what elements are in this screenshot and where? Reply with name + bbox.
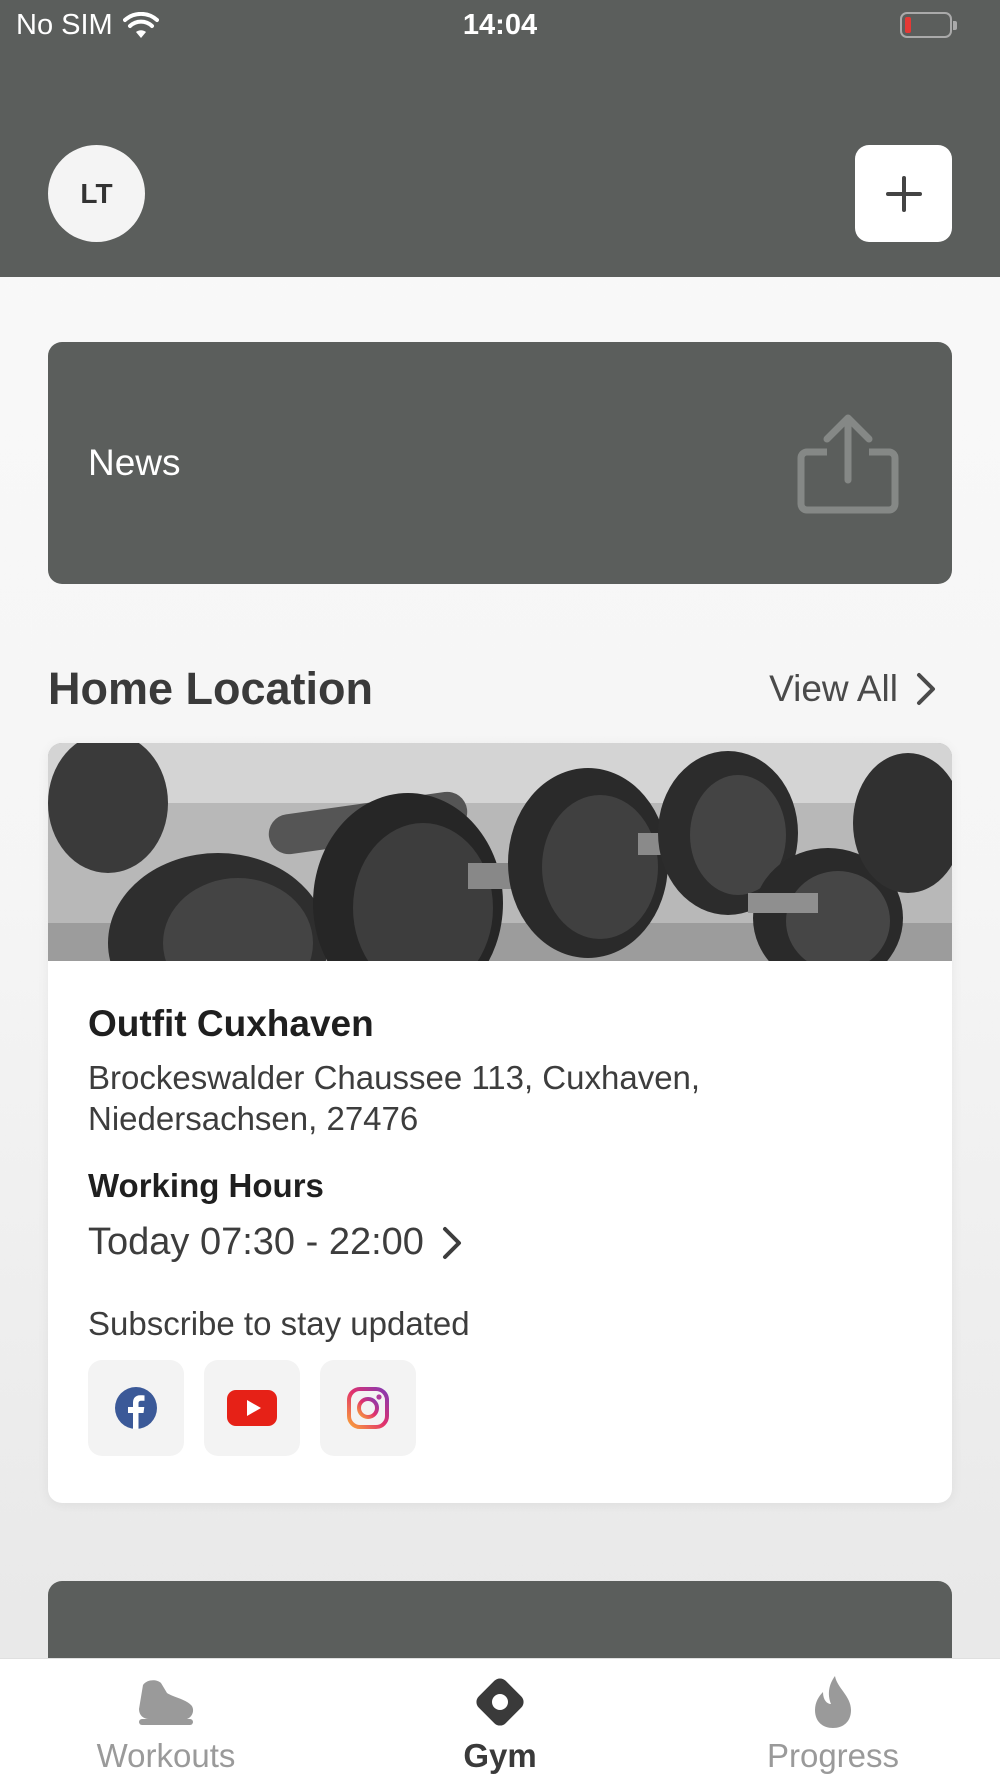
facebook-icon — [115, 1387, 157, 1429]
tab-progress[interactable]: Progress — [733, 1671, 933, 1775]
shoe-icon — [139, 1680, 194, 1725]
status-bar: No SIM 14:04 — [0, 0, 1000, 50]
avatar-initials: LT — [80, 177, 113, 209]
app-header: No SIM 14:04 LT — [0, 0, 1000, 277]
home-location-title: Home Location — [48, 663, 374, 714]
avatar[interactable]: LT — [48, 145, 145, 242]
gym-photo — [48, 743, 952, 961]
tab-bar: Workouts Gym Progress — [0, 1658, 1000, 1778]
news-title: News — [88, 442, 181, 483]
youtube-icon — [227, 1390, 277, 1426]
share-icon[interactable] — [793, 412, 903, 517]
gym-address: Brockeswalder Chaussee 113, Cuxhaven, Ni… — [88, 1059, 701, 1137]
flame-icon — [815, 1676, 851, 1728]
working-hours-label: Working Hours — [88, 1167, 324, 1204]
working-hours-link[interactable]: Today 07:30 - 22:00 — [88, 1221, 462, 1264]
location-pin-icon — [476, 1678, 524, 1726]
add-button[interactable] — [855, 145, 952, 242]
home-location-card[interactable]: Outfit Cuxhaven Brockeswalder Chaussee 1… — [48, 743, 952, 1503]
tab-workouts[interactable]: Workouts — [66, 1671, 266, 1775]
tab-gym[interactable]: Gym — [400, 1671, 600, 1775]
subscribe-text: Subscribe to stay updated — [88, 1305, 470, 1342]
view-all-label: View All — [769, 668, 898, 709]
tab-progress-label: Progress — [766, 1737, 900, 1774]
status-time: 14:04 — [462, 9, 538, 41]
instagram-button[interactable] — [320, 1360, 416, 1456]
facebook-button[interactable] — [88, 1360, 184, 1456]
working-hours-value: Today 07:30 - 22:00 — [88, 1221, 424, 1263]
chevron-right-icon — [917, 673, 935, 705]
social-links — [88, 1360, 416, 1456]
tab-gym-label: Gym — [463, 1737, 537, 1774]
gym-name: Outfit Cuxhaven — [88, 1003, 374, 1044]
chevron-right-icon — [442, 1226, 461, 1259]
news-card[interactable]: News — [48, 342, 952, 584]
youtube-button[interactable] — [204, 1360, 300, 1456]
view-all-link[interactable]: View All — [769, 668, 936, 710]
plus-icon — [885, 175, 922, 212]
battery-icon — [900, 12, 957, 38]
dumbbells-image — [48, 743, 952, 961]
instagram-icon — [347, 1387, 389, 1429]
tab-workouts-label: Workouts — [96, 1737, 236, 1774]
